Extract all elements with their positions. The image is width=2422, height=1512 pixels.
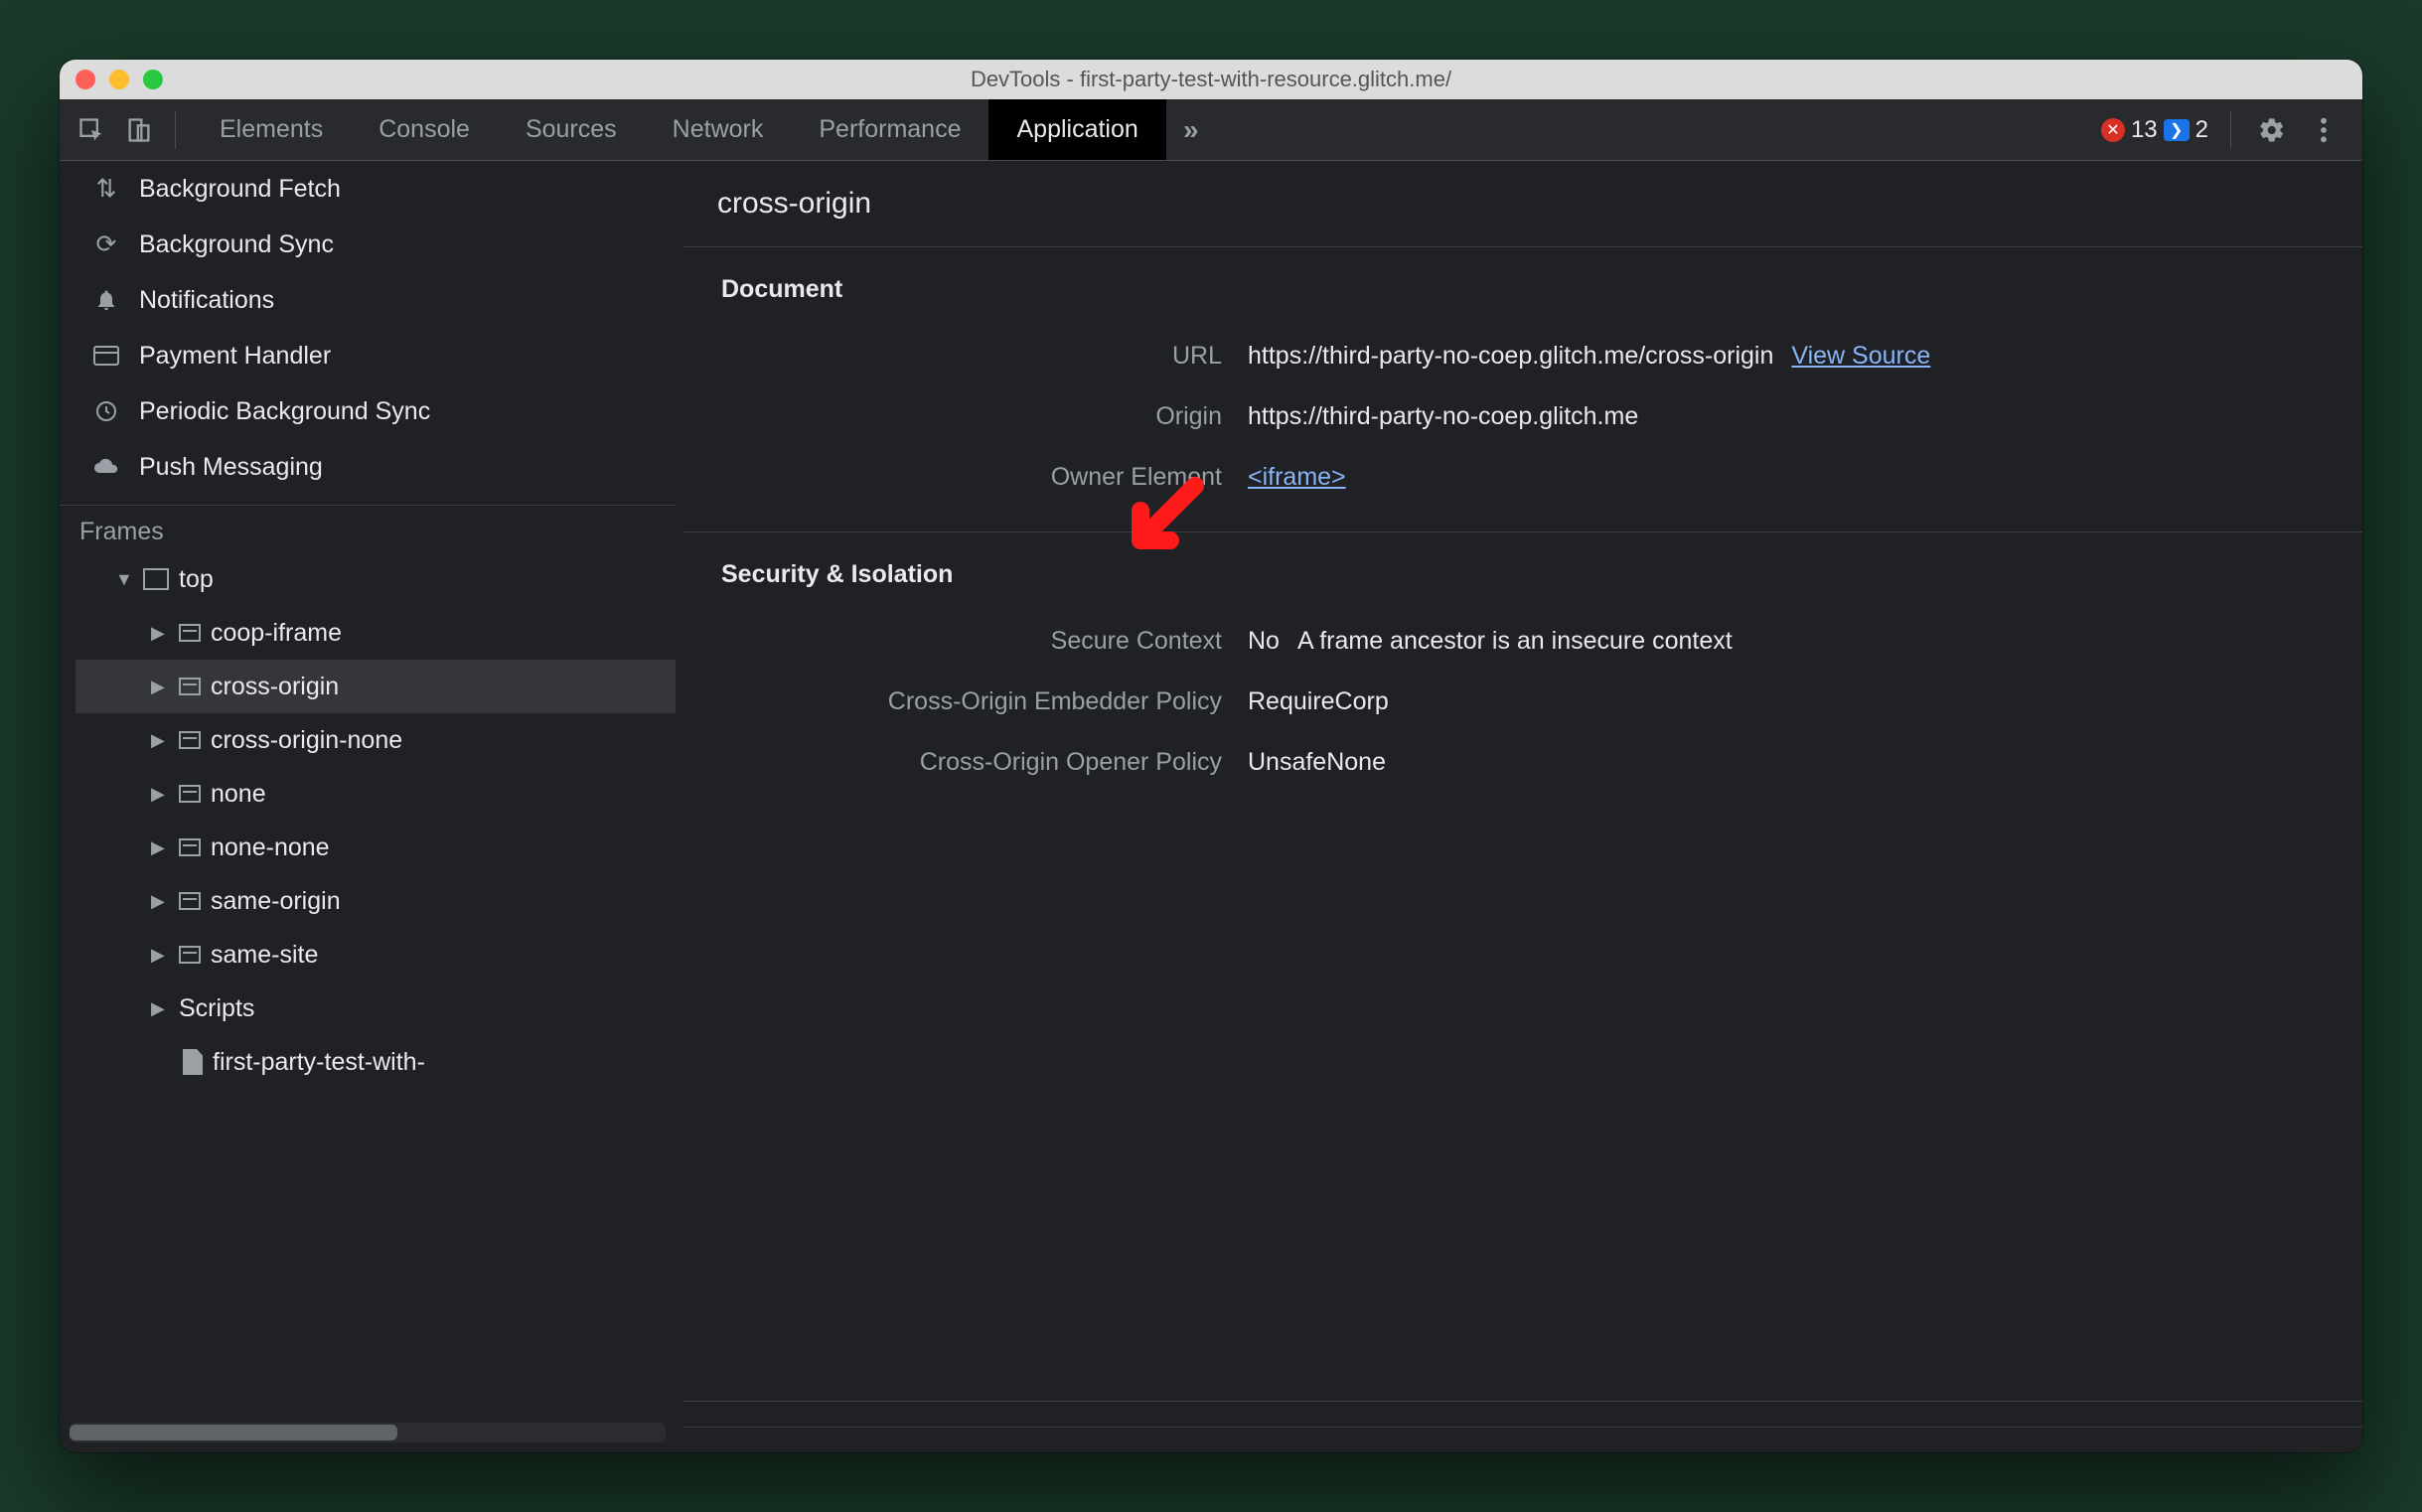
sidebar-item-background-sync[interactable]: ⟳ Background Sync [60, 217, 676, 272]
application-sidebar: ⇅ Background Fetch ⟳ Background Sync Not… [60, 161, 676, 1452]
value-coep: RequireCorp [1248, 687, 1389, 716]
frames-tree: ▼ top ▶ coop-iframe ▶ cross-origin [60, 552, 676, 1089]
error-counter[interactable]: ✕ 13 ❯ 2 [2101, 116, 2208, 144]
sidebar-horizontal-scrollbar[interactable] [70, 1423, 666, 1442]
document-section-header: Document [683, 271, 2362, 326]
sidebar-item-payment-handler[interactable]: Payment Handler [60, 328, 676, 383]
frame-same-origin[interactable]: ▶ same-origin [76, 874, 676, 928]
sync-icon: ⟳ [91, 229, 121, 259]
document-icon [183, 1049, 203, 1075]
inspect-element-icon[interactable] [72, 110, 111, 150]
separator [175, 111, 176, 149]
secure-context-explanation: A frame ancestor is an insecure context [1297, 627, 1733, 656]
tab-sources[interactable]: Sources [498, 99, 645, 160]
sidebar-item-background-fetch[interactable]: ⇅ Background Fetch [60, 161, 676, 217]
tab-elements[interactable]: Elements [192, 99, 351, 160]
chevron-right-icon: ▶ [151, 837, 169, 858]
sidebar-resizer[interactable] [676, 161, 683, 1452]
row-origin: Origin https://third-party-no-coep.glitc… [683, 386, 2362, 447]
label-coep: Cross-Origin Embedder Policy [721, 687, 1248, 716]
tab-application[interactable]: Application [988, 99, 1165, 160]
frame-title: cross-origin [683, 161, 2362, 247]
toolbar: Elements Console Sources Network Perform… [60, 99, 2362, 161]
security-section-header: Security & Isolation [683, 556, 2362, 611]
frame-cross-origin-none[interactable]: ▶ cross-origin-none [76, 713, 676, 767]
panel-tabs: Elements Console Sources Network Perform… [192, 99, 1216, 160]
error-icon: ✕ [2101, 118, 2125, 142]
sidebar-item-periodic-background-sync[interactable]: Periodic Background Sync [60, 383, 676, 439]
info-count: 2 [2195, 116, 2208, 144]
more-options-icon[interactable] [2305, 111, 2343, 149]
label-url: URL [721, 342, 1248, 371]
info-icon: ❯ [2164, 119, 2190, 141]
frame-icon [179, 892, 201, 910]
owner-element-link[interactable]: <iframe> [1248, 463, 1346, 492]
label-coop: Cross-Origin Opener Policy [721, 748, 1248, 777]
frame-none[interactable]: ▶ none [76, 767, 676, 821]
row-secure-context: Secure Context No A frame ancestor is an… [683, 611, 2362, 672]
frame-icon [179, 785, 201, 803]
label-secure-context: Secure Context [721, 627, 1248, 656]
tab-network[interactable]: Network [645, 99, 792, 160]
value-secure-context: No [1248, 627, 1280, 656]
devtools-window: DevTools - first-party-test-with-resourc… [60, 60, 2362, 1452]
card-icon [91, 346, 121, 366]
chevron-right-icon: ▶ [151, 998, 169, 1019]
security-isolation-section: Security & Isolation Secure Context No A… [683, 532, 2362, 817]
scrollbar-thumb[interactable] [70, 1425, 397, 1440]
chevron-right-icon: ▶ [151, 784, 169, 805]
settings-gear-icon[interactable] [2253, 111, 2291, 149]
chevron-right-icon: ▶ [151, 623, 169, 644]
chevron-right-icon: ▶ [151, 677, 169, 697]
main-horizontal-scrollbar[interactable] [683, 1401, 2362, 1427]
chevron-down-icon: ▼ [115, 569, 133, 590]
script-document[interactable]: first-party-test-with- [76, 1035, 676, 1089]
label-owner-element: Owner Element [721, 463, 1248, 492]
window-icon [143, 568, 169, 590]
cloud-icon [91, 457, 121, 477]
value-url: https://third-party-no-coep.glitch.me/cr… [1248, 342, 1773, 371]
row-coop: Cross-Origin Opener Policy UnsafeNone [683, 732, 2362, 793]
tab-console[interactable]: Console [351, 99, 498, 160]
separator [2230, 111, 2231, 149]
tab-performance[interactable]: Performance [791, 99, 988, 160]
device-toolbar-icon[interactable] [119, 110, 159, 150]
frame-icon [179, 624, 201, 642]
frame-icon [179, 731, 201, 749]
row-url: URL https://third-party-no-coep.glitch.m… [683, 326, 2362, 386]
value-origin: https://third-party-no-coep.glitch.me [1248, 402, 1638, 431]
chevron-right-icon: ▶ [151, 945, 169, 966]
error-count: 13 [2131, 116, 2158, 144]
row-coep: Cross-Origin Embedder Policy RequireCorp [683, 672, 2362, 732]
document-section: Document URL https://third-party-no-coep… [683, 247, 2362, 532]
row-owner-element: Owner Element <iframe> [683, 447, 2362, 508]
label-origin: Origin [721, 402, 1248, 431]
value-coop: UnsafeNone [1248, 748, 1386, 777]
window-title: DevTools - first-party-test-with-resourc… [60, 67, 2362, 92]
drawer-handle[interactable] [683, 1427, 2362, 1452]
frames-section-header: Frames [60, 505, 676, 552]
clock-icon [91, 399, 121, 423]
frame-top[interactable]: ▼ top [76, 552, 676, 606]
sidebar-item-notifications[interactable]: Notifications [60, 272, 676, 328]
chevron-right-icon: ▶ [151, 891, 169, 912]
frame-none-none[interactable]: ▶ none-none [76, 821, 676, 874]
sidebar-item-push-messaging[interactable]: Push Messaging [60, 439, 676, 495]
frame-cross-origin[interactable]: ▶ cross-origin [76, 660, 676, 713]
frame-icon [179, 946, 201, 964]
tabs-overflow-button[interactable]: » [1166, 99, 1216, 160]
frame-coop-iframe[interactable]: ▶ coop-iframe [76, 606, 676, 660]
frame-same-site[interactable]: ▶ same-site [76, 928, 676, 982]
frame-scripts[interactable]: ▶ Scripts [76, 982, 676, 1035]
frame-icon [179, 838, 201, 856]
swap-icon: ⇅ [91, 174, 121, 204]
titlebar: DevTools - first-party-test-with-resourc… [60, 60, 2362, 99]
chevron-right-icon: ▶ [151, 730, 169, 751]
bell-icon [91, 288, 121, 312]
frame-details-panel: cross-origin Document URL https://third-… [683, 161, 2362, 1452]
frame-icon [179, 678, 201, 695]
view-source-link[interactable]: View Source [1791, 342, 1930, 371]
